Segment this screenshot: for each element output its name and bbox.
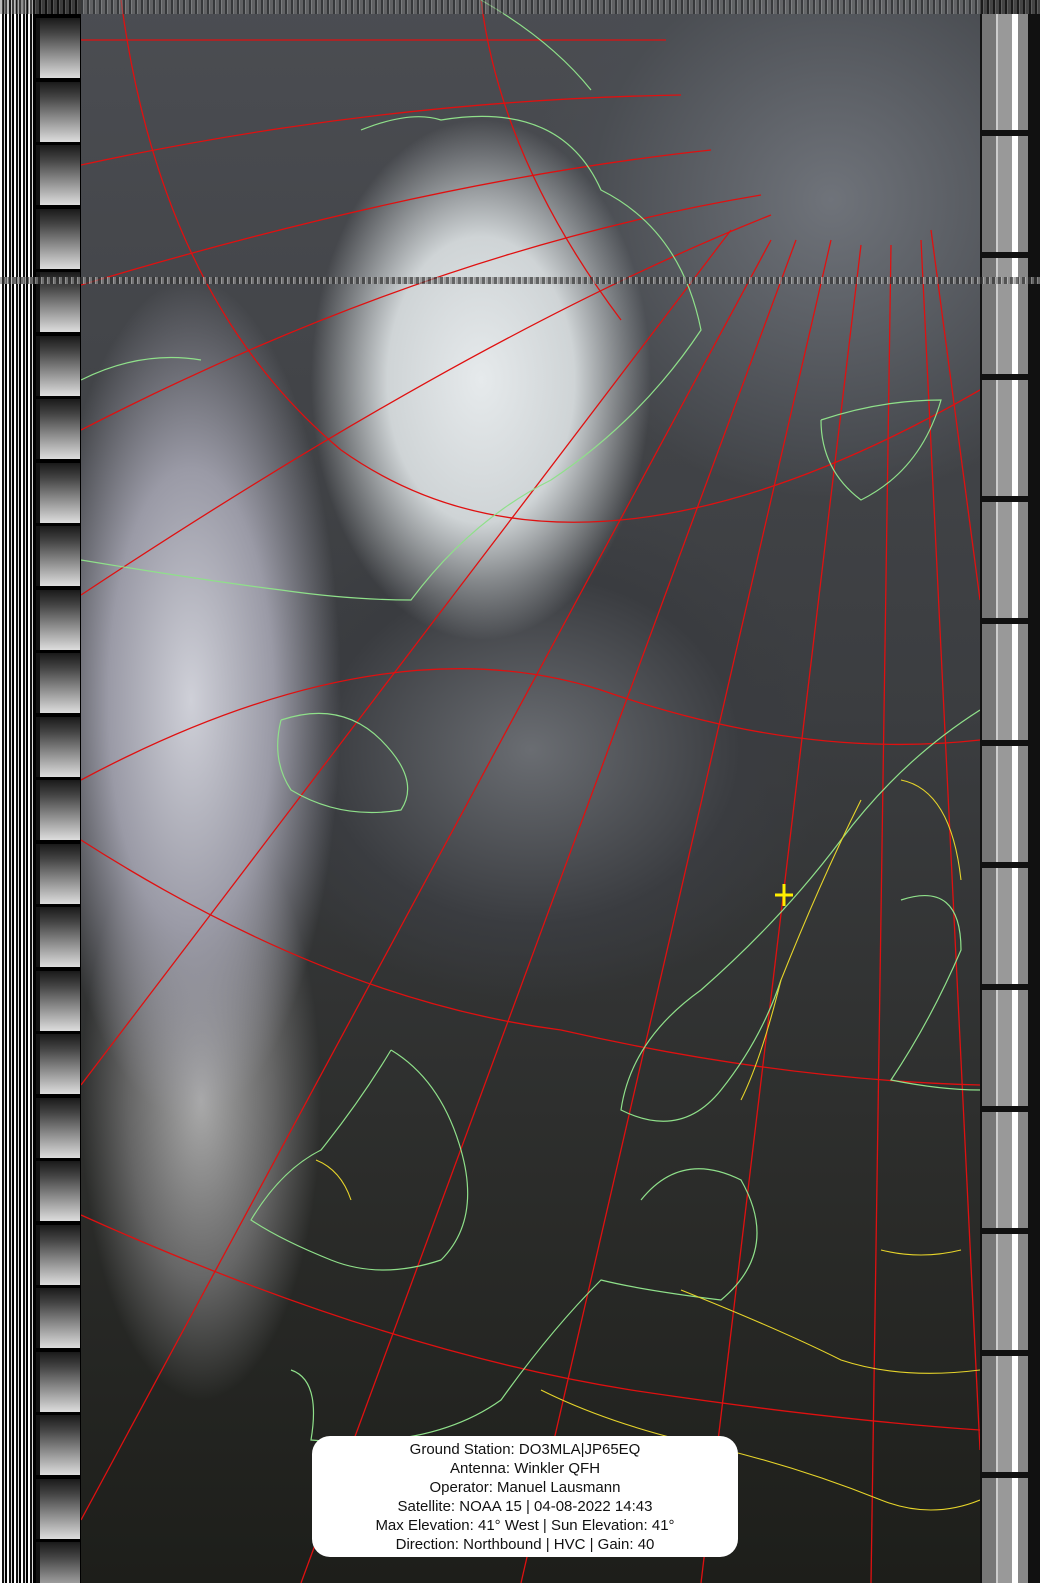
telemetry-wedge <box>982 868 1028 984</box>
telemetry-wedge <box>36 145 80 205</box>
telemetry-wedge <box>36 526 80 586</box>
telemetry-wedge <box>36 843 80 904</box>
telemetry-wedge <box>36 399 80 459</box>
graticule-line <box>920 239 980 1451</box>
telemetry-wedge <box>36 1478 80 1539</box>
antenna: Antenna: Winkler QFH <box>449 1460 601 1477</box>
border-line <box>740 799 862 1101</box>
svalbard-coast <box>820 399 942 501</box>
britain-coast <box>250 1049 469 1271</box>
telemetry-wedge <box>982 380 1028 496</box>
coastlines <box>81 0 980 1443</box>
graticule-line <box>120 0 980 523</box>
telemetry-wedge <box>36 716 80 777</box>
telemetry-wedges-left <box>34 0 81 1583</box>
telemetry-wedge <box>36 1224 80 1285</box>
satellite: Satellite: NOAA 15 | 04-08-2022 14:43 <box>397 1498 653 1515</box>
telemetry-wedge <box>36 970 80 1031</box>
ground-station: Ground Station: DO3MLA|JP65EQ <box>409 1441 641 1458</box>
coastline <box>81 356 202 381</box>
graticule-line <box>520 239 832 1583</box>
europe-coast <box>290 1168 758 1443</box>
telemetry-wedge <box>36 1097 80 1158</box>
telemetry-wedge <box>982 136 1028 252</box>
graticule-line <box>81 194 762 431</box>
telemetry-wedge <box>36 208 80 269</box>
border-line <box>880 1249 962 1256</box>
iceland-coast <box>277 712 409 814</box>
telemetry-wedge <box>36 1351 80 1412</box>
map-image <box>81 0 980 1583</box>
graticule-line <box>300 239 797 1583</box>
telemetry-wedge <box>36 907 80 967</box>
graticule-line <box>81 239 772 1521</box>
telemetry-wedge <box>36 1161 80 1221</box>
greenland-coast <box>81 115 702 601</box>
telemetry-wedge <box>36 780 80 840</box>
telemetry-wedge <box>36 1415 80 1475</box>
telemetry-wedge <box>36 653 80 713</box>
telemetry-wedge <box>36 1542 80 1583</box>
satellite-image: Ground Station: DO3MLA|JP65EQ Antenna: W… <box>0 0 1040 1583</box>
telemetry-wedge <box>36 18 80 78</box>
telemetry-wedge <box>982 14 1028 130</box>
telemetry-wedge <box>982 502 1028 618</box>
telemetry-wedge <box>982 258 1028 374</box>
telemetry-wedge <box>982 746 1028 862</box>
graticule-line <box>81 214 772 596</box>
telemetry-wedge <box>982 990 1028 1106</box>
telemetry-wedge <box>36 1288 80 1348</box>
telemetry-wedge <box>36 589 80 650</box>
map-overlay <box>81 0 980 1583</box>
border-line <box>680 1289 980 1374</box>
graticule-line <box>81 1214 980 1431</box>
direction: Direction: Northbound | HVC | Gain: 40 <box>395 1536 655 1553</box>
telemetry-wedge <box>36 335 80 396</box>
finland-coast <box>890 895 980 1091</box>
graticule-line <box>81 839 980 1086</box>
telemetry-wedge <box>982 624 1028 740</box>
border-line <box>315 1159 352 1201</box>
telemetry-wedge <box>982 1478 1028 1583</box>
graticule-line <box>930 229 980 601</box>
telemetry-wedge <box>36 81 80 142</box>
noise-line <box>0 0 1040 14</box>
telemetry-wedge <box>36 1034 80 1094</box>
borders <box>315 779 980 1511</box>
graticule <box>81 0 980 1583</box>
graticule-line <box>81 94 682 166</box>
info-box: Ground Station: DO3MLA|JP65EQ Antenna: W… <box>312 1436 738 1557</box>
graticule-line <box>480 0 622 321</box>
telemetry-wedges-right <box>980 0 1040 1583</box>
noise-line <box>0 277 1040 284</box>
operator: Operator: Manuel Lausmann <box>429 1479 621 1496</box>
telemetry-wedge <box>36 462 80 523</box>
sync-bars-left <box>0 0 34 1583</box>
telemetry-wedge <box>982 1112 1028 1228</box>
telemetry-wedge <box>982 1356 1028 1472</box>
telemetry-wedge <box>982 1234 1028 1350</box>
elevation: Max Elevation: 41° West | Sun Elevation:… <box>375 1517 675 1534</box>
graticule-line <box>700 244 862 1583</box>
